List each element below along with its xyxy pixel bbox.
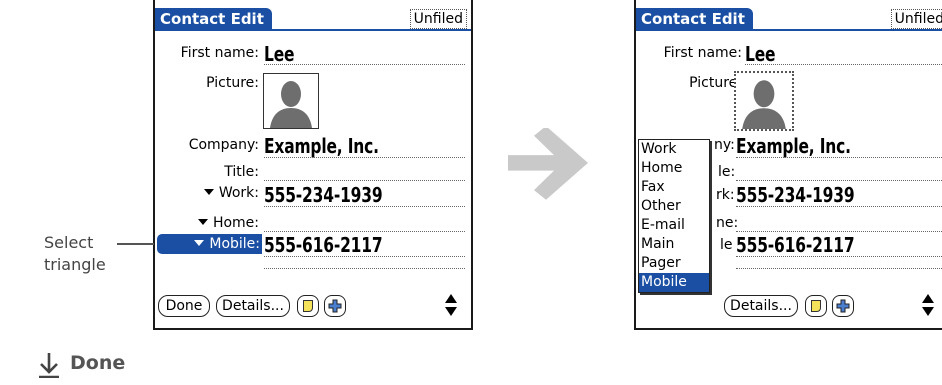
title-label: Title: bbox=[224, 164, 259, 180]
done-label: Done bbox=[70, 352, 126, 374]
work-underline bbox=[736, 206, 942, 207]
form-title: Contact Edit bbox=[155, 8, 272, 30]
person-silhouette-icon bbox=[264, 74, 318, 128]
add-button[interactable] bbox=[324, 295, 346, 317]
home-label-wrap[interactable]: Home: bbox=[197, 215, 259, 231]
form-title: Contact Edit bbox=[636, 8, 753, 30]
blank-underline bbox=[736, 268, 942, 269]
popup-item-mobile[interactable]: Mobile bbox=[639, 273, 709, 292]
first-name-underline bbox=[745, 64, 942, 65]
picture-label: Picture: bbox=[206, 75, 259, 91]
mobile-label: Mobile: bbox=[209, 236, 260, 252]
company-value[interactable]: Example, Inc. bbox=[264, 134, 379, 158]
company-value[interactable]: Example, Inc. bbox=[736, 134, 851, 158]
first-name-value[interactable]: Lee bbox=[264, 42, 295, 66]
popup-item-pager[interactable]: Pager bbox=[639, 254, 709, 273]
popup-item-work[interactable]: Work bbox=[639, 140, 709, 159]
mobile-value[interactable]: 555-616-2117 bbox=[736, 233, 855, 257]
note-icon bbox=[811, 300, 821, 312]
details-button[interactable]: Details... bbox=[216, 295, 290, 317]
down-arrow-icon bbox=[39, 353, 59, 378]
scroll-arrows-icon[interactable] bbox=[444, 293, 458, 317]
popup-item-main[interactable]: Main bbox=[639, 235, 709, 254]
callout-text: Select triangle bbox=[44, 232, 124, 276]
triangle-down-icon[interactable] bbox=[203, 189, 214, 195]
popup-item-other[interactable]: Other bbox=[639, 197, 709, 216]
first-name-underline bbox=[264, 64, 465, 65]
mobile-value[interactable]: 555-616-2117 bbox=[264, 233, 383, 257]
right-arrow-icon bbox=[508, 128, 588, 200]
phone-type-popup[interactable]: Work Home Fax Other E-mail Main Pager Mo… bbox=[638, 139, 710, 293]
first-name-label: First name: bbox=[663, 45, 742, 61]
home-label-partial: ne: bbox=[716, 215, 739, 231]
plus-icon bbox=[328, 299, 342, 313]
popup-item-email[interactable]: E-mail bbox=[639, 216, 709, 235]
triangle-down-icon[interactable] bbox=[197, 219, 208, 225]
work-value[interactable]: 555-234-1939 bbox=[264, 183, 383, 207]
done-button[interactable]: Done bbox=[158, 295, 210, 317]
first-name-value[interactable]: Lee bbox=[745, 42, 776, 66]
details-button[interactable]: Details... bbox=[724, 295, 798, 317]
work-label-partial: rk: bbox=[716, 187, 735, 203]
mobile-underline bbox=[736, 256, 942, 257]
home-underline bbox=[264, 231, 465, 232]
add-button[interactable] bbox=[832, 295, 854, 317]
person-silhouette-icon bbox=[742, 80, 786, 129]
note-icon bbox=[303, 300, 313, 312]
work-label-wrap[interactable]: Work: bbox=[203, 185, 259, 201]
company-underline bbox=[264, 157, 465, 158]
popup-item-home[interactable]: Home bbox=[639, 159, 709, 178]
popup-item-fax[interactable]: Fax bbox=[639, 178, 709, 197]
work-underline bbox=[264, 206, 465, 207]
title-underline bbox=[264, 180, 465, 181]
first-name-label: First name: bbox=[180, 45, 259, 61]
title-underline bbox=[736, 180, 942, 181]
contact-edit-screen-after: Contact Edit Unfiled First name: Lee Pic… bbox=[634, 0, 942, 330]
title-label-partial: le: bbox=[718, 164, 736, 180]
callout-leader-line bbox=[117, 243, 154, 245]
company-label-partial: ny: bbox=[714, 137, 735, 153]
contact-picture[interactable] bbox=[263, 73, 319, 129]
note-button[interactable] bbox=[297, 295, 319, 317]
callout-line-2: triangle bbox=[44, 255, 106, 274]
category-selector[interactable]: Unfiled bbox=[890, 9, 942, 29]
contact-edit-screen-before: Contact Edit Unfiled First name: Lee Pic… bbox=[153, 0, 473, 330]
home-label: Home: bbox=[212, 215, 259, 231]
mobile-label-partial: le bbox=[720, 237, 733, 253]
scroll-arrows-icon[interactable] bbox=[921, 293, 935, 317]
company-label: Company: bbox=[188, 137, 259, 153]
triangle-down-icon[interactable] bbox=[194, 240, 205, 246]
title-rule bbox=[155, 29, 471, 31]
work-value[interactable]: 555-234-1939 bbox=[736, 183, 855, 207]
blank-underline bbox=[264, 268, 465, 269]
note-button[interactable] bbox=[805, 295, 827, 317]
title-rule bbox=[636, 29, 942, 31]
company-underline bbox=[736, 157, 942, 158]
mobile-label-selected[interactable]: Mobile: bbox=[157, 234, 262, 254]
mobile-underline bbox=[264, 256, 465, 257]
category-selector[interactable]: Unfiled bbox=[409, 9, 467, 29]
home-underline bbox=[736, 231, 942, 232]
contact-picture[interactable] bbox=[734, 71, 794, 131]
plus-icon bbox=[836, 299, 850, 313]
callout-line-1: Select bbox=[44, 233, 94, 252]
work-label: Work: bbox=[218, 185, 259, 201]
